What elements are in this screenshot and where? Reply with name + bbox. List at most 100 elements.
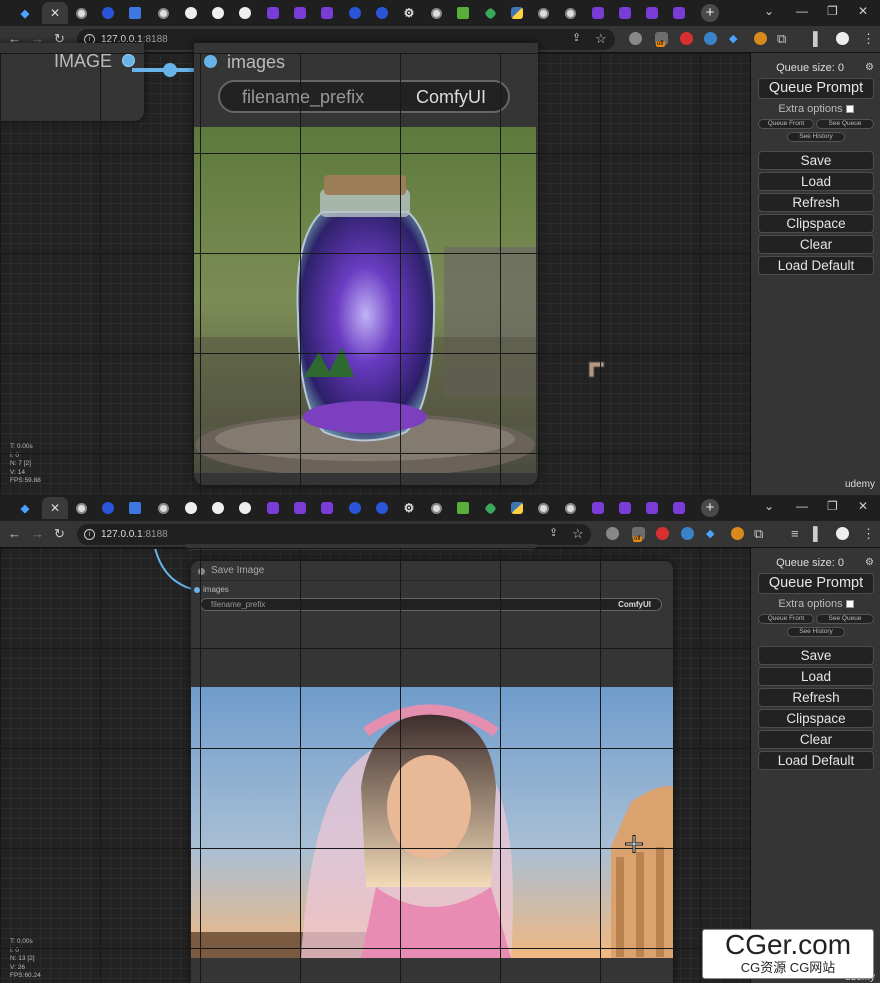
tab-chrome[interactable]: [150, 497, 176, 519]
menu-icon[interactable]: ⋮: [862, 31, 875, 47]
tab-github[interactable]: [232, 497, 258, 519]
save-image-node[interactable]: Save Image images filename_prefix ComfyU…: [191, 561, 673, 983]
see-queue-button[interactable]: See Queue: [816, 119, 874, 129]
tab-chrome[interactable]: [150, 2, 176, 24]
sidepanel-icon[interactable]: ▌: [813, 526, 822, 541]
tab-blue[interactable]: [369, 2, 395, 24]
tab-chrome[interactable]: [68, 2, 94, 24]
refresh-button[interactable]: Refresh: [758, 193, 874, 212]
tab-purple[interactable]: [639, 497, 665, 519]
minimize-icon[interactable]: —: [796, 499, 808, 513]
queue-front-button[interactable]: Queue Front: [758, 614, 814, 624]
extension-icon[interactable]: [606, 527, 619, 540]
tab-python[interactable]: [504, 497, 530, 519]
gem-icon[interactable]: ◆: [729, 32, 742, 45]
clear-button[interactable]: Clear: [758, 235, 874, 254]
tab-blue[interactable]: [342, 2, 368, 24]
tab-purple[interactable]: [260, 497, 286, 519]
sidepanel-icon[interactable]: ▌: [813, 31, 822, 46]
media-icon[interactable]: ≡: [791, 526, 799, 541]
save-image-node[interactable]: images filename_prefix ComfyUI: [194, 43, 538, 485]
node-title-bar[interactable]: Save Image: [191, 561, 673, 581]
site-info-icon[interactable]: i: [84, 529, 95, 540]
tab-chrome[interactable]: [423, 2, 449, 24]
see-queue-button[interactable]: See Queue: [816, 614, 874, 624]
collapse-dot[interactable]: [198, 568, 205, 575]
extension-icon[interactable]: [681, 527, 694, 540]
tab-diamond[interactable]: [477, 2, 503, 24]
load-button[interactable]: Load: [758, 667, 874, 686]
tab-purple[interactable]: [585, 2, 611, 24]
avatar[interactable]: [836, 32, 849, 45]
graph-canvas[interactable]: IMAGE images filename_prefix ComfyUI T: …: [0, 43, 750, 495]
tab-purple[interactable]: [585, 497, 611, 519]
close-window-icon[interactable]: ✕: [858, 4, 868, 18]
new-tab-button[interactable]: +: [701, 499, 719, 517]
extension-icon[interactable]: [629, 32, 642, 45]
back-icon[interactable]: ←: [8, 526, 21, 541]
tab-purple[interactable]: [314, 2, 340, 24]
tab-active[interactable]: ✕: [42, 497, 68, 519]
tab-purple[interactable]: [612, 497, 638, 519]
reload-icon[interactable]: ↻: [54, 526, 65, 542]
puzzle-icon[interactable]: ⧉: [777, 31, 786, 47]
settings-gear-icon[interactable]: ⚙: [865, 557, 874, 568]
tab-active[interactable]: ✕: [42, 2, 68, 24]
address-bar[interactable]: i 127.0.0.1:8188: [77, 524, 591, 545]
extension-icon[interactable]: [731, 527, 744, 540]
filename-prefix-widget[interactable]: filename_prefix ComfyUI: [200, 598, 662, 611]
tab-blue[interactable]: [342, 497, 368, 519]
tab-chrome[interactable]: [530, 2, 556, 24]
tab-purple[interactable]: [287, 497, 313, 519]
tab-blue[interactable]: [95, 2, 121, 24]
close-window-icon[interactable]: ✕: [858, 499, 868, 513]
save-button[interactable]: Save: [758, 151, 874, 170]
tab-purple[interactable]: [666, 497, 692, 519]
load-default-button[interactable]: Load Default: [758, 256, 874, 275]
refresh-button[interactable]: Refresh: [758, 688, 874, 707]
tab-chrome[interactable]: [423, 497, 449, 519]
tab-green[interactable]: [450, 497, 476, 519]
tab-github[interactable]: [232, 2, 258, 24]
close-icon[interactable]: ✕: [49, 501, 61, 515]
clipspace-button[interactable]: Clipspace: [758, 709, 874, 728]
tab-github[interactable]: [205, 2, 231, 24]
tab-search-icon[interactable]: ⌄: [764, 499, 774, 513]
tab-github[interactable]: [178, 2, 204, 24]
tab-blue[interactable]: [369, 497, 395, 519]
tab-purple[interactable]: [666, 2, 692, 24]
restore-icon[interactable]: ❐: [827, 499, 838, 513]
tab-blue-square[interactable]: [122, 2, 148, 24]
tab-chrome[interactable]: [530, 497, 556, 519]
queue-front-button[interactable]: Queue Front: [758, 119, 814, 129]
see-history-button[interactable]: See History: [787, 132, 845, 142]
tab-green[interactable]: [450, 2, 476, 24]
input-slot-dot[interactable]: [194, 587, 200, 593]
tab-diamond[interactable]: [477, 497, 503, 519]
extra-options-checkbox[interactable]: [845, 600, 854, 609]
clear-button[interactable]: Clear: [758, 730, 874, 749]
extra-options[interactable]: Extra options: [751, 103, 880, 115]
settings-gear-icon[interactable]: ⚙: [865, 62, 874, 73]
tab-search-icon[interactable]: ⌄: [764, 4, 774, 18]
load-image-node[interactable]: IMAGE: [0, 43, 144, 121]
filename-prefix-widget[interactable]: filename_prefix ComfyUI: [218, 80, 510, 113]
extra-options-checkbox[interactable]: [845, 105, 854, 114]
queue-prompt-button[interactable]: Queue Prompt: [758, 78, 874, 99]
extension-icon[interactable]: [680, 32, 693, 45]
load-button[interactable]: Load: [758, 172, 874, 191]
tab-purple[interactable]: [639, 2, 665, 24]
clipspace-button[interactable]: Clipspace: [758, 214, 874, 233]
tab-blue[interactable]: [95, 497, 121, 519]
close-icon[interactable]: ✕: [49, 6, 61, 20]
tab-purple[interactable]: [287, 2, 313, 24]
tab-chrome[interactable]: [68, 497, 94, 519]
forward-icon[interactable]: →: [31, 526, 44, 541]
tab-purple[interactable]: [260, 2, 286, 24]
share-icon[interactable]: ⇪: [549, 526, 558, 539]
share-icon[interactable]: ⇪: [572, 31, 581, 44]
tab-gear[interactable]: ⚙: [396, 2, 422, 24]
load-default-button[interactable]: Load Default: [758, 751, 874, 770]
save-button[interactable]: Save: [758, 646, 874, 665]
minimize-icon[interactable]: —: [796, 4, 808, 18]
